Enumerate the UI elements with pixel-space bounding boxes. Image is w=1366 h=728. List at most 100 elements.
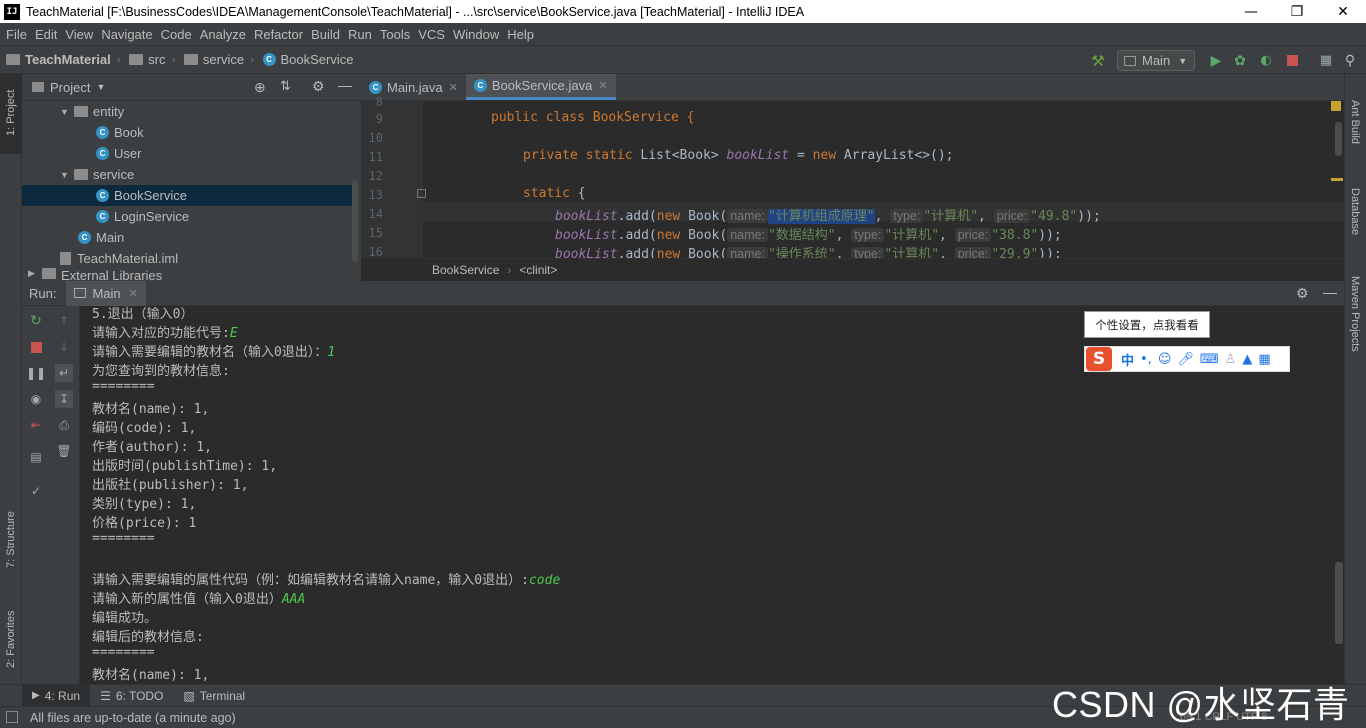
ime-mode-toggle[interactable]: 中: [1121, 350, 1134, 369]
layout-icon[interactable]: ▤: [27, 448, 45, 466]
menu-vcs[interactable]: VCS: [418, 27, 445, 42]
tree-item-book[interactable]: C Book: [22, 122, 352, 143]
structure-tool-tab[interactable]: 7: Structure: [0, 494, 22, 574]
menu-refactor[interactable]: Refactor: [254, 27, 303, 42]
project-panel: Project ▼ ⊕ ⇅ ⚙ — ▼ entity C Book C User…: [22, 74, 361, 281]
toggle-tool-windows-icon[interactable]: [6, 711, 18, 723]
menu-navigate[interactable]: Navigate: [101, 27, 152, 42]
menu-view[interactable]: View: [65, 27, 93, 42]
tree-item-iml[interactable]: TeachMaterial.iml: [22, 248, 352, 269]
close-tab-icon[interactable]: ✕: [129, 287, 138, 300]
menu-code[interactable]: Code: [161, 27, 192, 42]
warning-marker-icon[interactable]: [1331, 101, 1341, 111]
print-icon[interactable]: ⎙: [55, 416, 73, 434]
editor: C Main.java ✕ C BookService.java ✕ 8 9 1…: [361, 74, 1344, 281]
stop-icon[interactable]: [27, 338, 45, 356]
menu-window[interactable]: Window: [453, 27, 499, 42]
run-configuration-select[interactable]: Main ▼: [1117, 50, 1195, 71]
exit-icon[interactable]: ⇤: [27, 416, 45, 434]
project-structure-icon[interactable]: ▦: [1316, 46, 1336, 75]
emoji-icon[interactable]: ☺: [1158, 352, 1172, 367]
locate-file-icon[interactable]: ⊕: [254, 79, 266, 96]
tree-item-external-libraries[interactable]: ▶ External Libraries: [22, 268, 352, 281]
scroll-to-end-icon[interactable]: ↧: [55, 390, 73, 408]
pin-icon[interactable]: ✓: [27, 482, 45, 500]
tab-bookservice-java[interactable]: C BookService.java ✕: [465, 74, 616, 100]
editor-scrollbar[interactable]: [1335, 122, 1342, 156]
menu-build[interactable]: Build: [311, 27, 340, 42]
gear-icon[interactable]: ⚙: [1296, 285, 1309, 302]
project-panel-title[interactable]: Project: [50, 80, 90, 95]
build-hammer-icon[interactable]: ⚒: [1088, 46, 1108, 75]
maven-tool-tab[interactable]: Maven Projects: [1345, 258, 1366, 358]
run-icon[interactable]: ▶: [1206, 46, 1226, 75]
tree-item-user[interactable]: C User: [22, 143, 352, 164]
error-stripe-marker[interactable]: [1331, 178, 1343, 181]
code-area[interactable]: public class BookService { private stati…: [423, 101, 1344, 258]
menu-analyze[interactable]: Analyze: [200, 27, 246, 42]
database-tool-tab[interactable]: Database: [1345, 170, 1366, 250]
microphone-icon[interactable]: 🎤︎: [1177, 352, 1194, 367]
close-button[interactable]: ✕: [1320, 0, 1366, 23]
expand-arrow-icon[interactable]: ▼: [60, 107, 74, 117]
console-scrollbar[interactable]: [1335, 562, 1343, 644]
rerun-icon[interactable]: ↻: [27, 312, 45, 330]
menu-tools[interactable]: Tools: [380, 27, 410, 42]
debug-icon[interactable]: ✿: [1230, 46, 1250, 75]
expand-arrow-icon[interactable]: ▶: [28, 268, 42, 279]
gear-icon[interactable]: ⚙: [312, 78, 325, 95]
menu-file[interactable]: File: [6, 27, 27, 42]
user-icon[interactable]: ♙: [1225, 352, 1237, 367]
skin-icon[interactable]: ▲: [1242, 352, 1252, 367]
tab-run[interactable]: ▶ 4: Run: [22, 684, 91, 707]
project-scrollbar[interactable]: [352, 180, 358, 262]
breadcrumb-project[interactable]: TeachMaterial: [6, 52, 111, 67]
breadcrumb-src[interactable]: src: [129, 52, 166, 67]
restore-button[interactable]: ❐: [1274, 0, 1320, 23]
project-tool-tab[interactable]: 1: Project: [0, 74, 22, 154]
console-line: ========: [92, 379, 155, 394]
close-tab-icon[interactable]: ✕: [598, 79, 607, 92]
menu-help[interactable]: Help: [507, 27, 534, 42]
run-tab-main[interactable]: Main ✕: [66, 280, 146, 306]
tree-item-loginservice[interactable]: C LoginService: [22, 206, 352, 227]
coverage-icon[interactable]: ◐: [1256, 46, 1276, 75]
tab-terminal[interactable]: ▧ Terminal: [173, 685, 255, 707]
sogou-logo-icon[interactable]: S: [1086, 347, 1112, 371]
hide-panel-icon[interactable]: —: [338, 77, 352, 93]
keyboard-icon[interactable]: ⌨: [1200, 352, 1219, 367]
trash-icon[interactable]: 🗑: [55, 442, 73, 460]
soft-wrap-icon[interactable]: ↵: [55, 364, 73, 382]
breadcrumb-service[interactable]: service: [183, 52, 244, 67]
minimize-button[interactable]: —: [1228, 0, 1274, 23]
ant-build-tool-tab[interactable]: Ant Build: [1345, 82, 1366, 154]
console-line: 请输入新的属性值（输入0退出）AAA: [92, 592, 306, 607]
run-icon: ▶: [32, 690, 40, 701]
console-line: ========: [92, 531, 155, 546]
arrow-up-icon[interactable]: ↑: [55, 312, 73, 330]
breadcrumb-file[interactable]: C BookService: [262, 52, 353, 67]
tab-todo[interactable]: ☰ 6: TODO: [90, 685, 173, 707]
hide-panel-icon[interactable]: —: [1323, 284, 1337, 300]
tree-item-entity[interactable]: ▼ entity: [22, 101, 352, 122]
breadcrumb-method[interactable]: <clinit>: [519, 263, 557, 277]
toolbox-icon[interactable]: ▦: [1258, 352, 1270, 367]
pause-icon[interactable]: ❚❚: [26, 364, 46, 382]
chevron-down-icon[interactable]: ▼: [96, 82, 105, 92]
menu-edit[interactable]: Edit: [35, 27, 57, 42]
tree-item-service[interactable]: ▼ service: [22, 164, 352, 185]
breadcrumb-class[interactable]: BookService: [432, 263, 499, 277]
expand-arrow-icon[interactable]: ▼: [60, 170, 74, 180]
camera-icon[interactable]: ◉: [27, 390, 45, 408]
tree-item-bookservice[interactable]: C BookService: [22, 185, 352, 206]
close-tab-icon[interactable]: ✕: [449, 81, 458, 94]
tree-item-main[interactable]: C Main: [22, 227, 352, 248]
chevron-right-icon: ›: [507, 263, 512, 277]
menu-run[interactable]: Run: [348, 27, 372, 42]
punctuation-icon[interactable]: •,: [1140, 352, 1152, 367]
collapse-all-icon[interactable]: ⇅: [280, 78, 291, 94]
search-icon[interactable]: ⚲: [1340, 46, 1360, 75]
arrow-down-icon[interactable]: ↓: [55, 338, 73, 356]
stop-icon[interactable]: [1282, 46, 1302, 75]
favorites-tool-tab[interactable]: 2: Favorites: [0, 594, 22, 674]
